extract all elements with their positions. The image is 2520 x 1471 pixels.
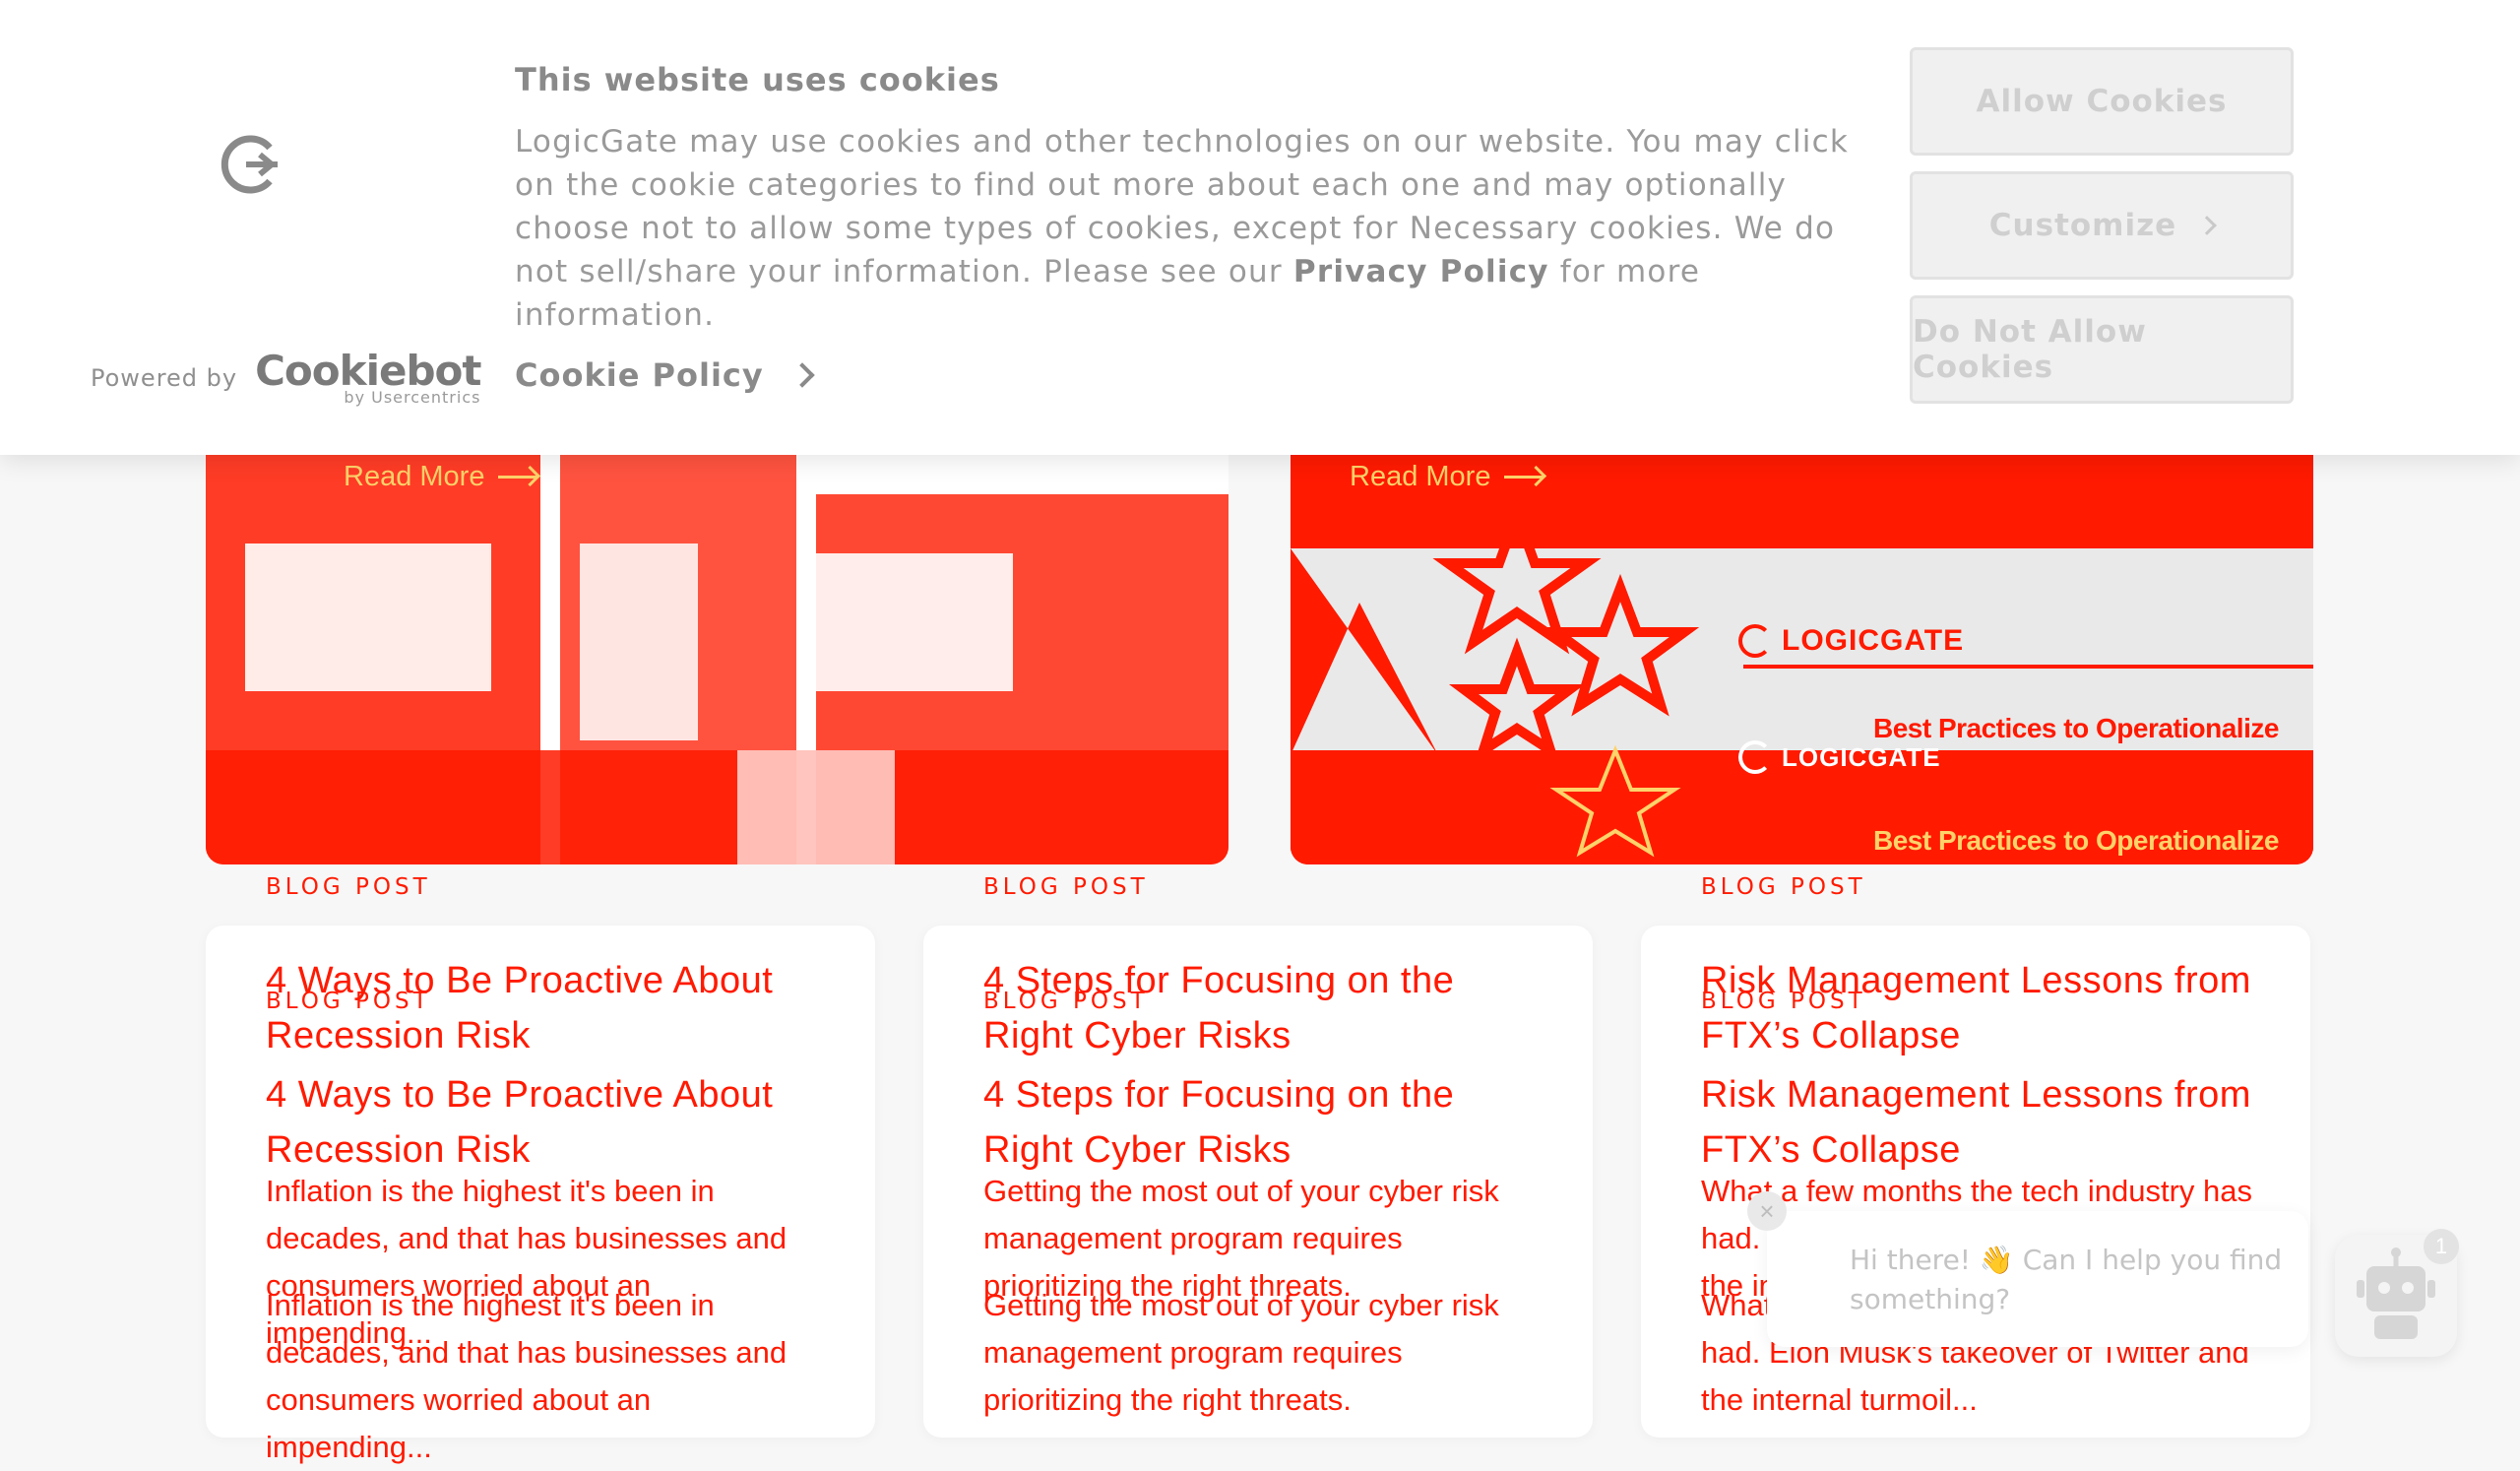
chat-greeting-bubble[interactable]: × Hi there! 👋 Can I help you find someth… (1747, 1191, 2308, 1347)
blog-post-title-echo[interactable]: 4 Ways to Be Proactive About Recession R… (266, 1067, 817, 1178)
card-category-label: BLOG POST (266, 874, 431, 900)
cookie-banner: Powered by Cookiebot by Usercentrics Thi… (0, 0, 2520, 455)
deny-cookies-button[interactable]: Do Not Allow Cookies (1910, 295, 2294, 404)
blog-post-title-echo[interactable]: 4 Steps for Focusing on the Right Cyber … (983, 1067, 1535, 1178)
cookie-policy-label: Cookie Policy (515, 356, 764, 394)
read-more-link[interactable]: Read More (1350, 461, 1544, 493)
cookie-policy-link[interactable]: Cookie Policy (515, 356, 815, 394)
card-category-label-overlap: BLOG POST (266, 989, 431, 1014)
powered-by-cookiebot[interactable]: Powered by Cookiebot by Usercentrics (91, 347, 481, 407)
arrow-right-icon (1504, 476, 1544, 479)
card-category-label: BLOG POST (1701, 874, 1866, 900)
allow-cookies-button[interactable]: Allow Cookies (1910, 47, 2294, 156)
card-category-label: BLOG POST (983, 874, 1149, 900)
logicgate-mark-icon (1738, 740, 1772, 774)
cookie-banner-title: This website uses cookies (515, 61, 1000, 98)
cookiebot-logo: Cookiebot by Usercentrics (255, 347, 481, 407)
chevron-right-icon (2197, 216, 2218, 235)
chat-greeting-text: Hi there! 👋 Can I help you find somethin… (1850, 1244, 2283, 1315)
read-more-label: Read More (1350, 461, 1491, 492)
hero-image-right[interactable]: Read More LOGICGATE Best Practices to Op… (1291, 455, 2313, 864)
stars-banner-image (1291, 455, 2313, 864)
cookiebot-wordmark: Cookiebot (255, 347, 481, 395)
cookiebot-subtitle: by Usercentrics (344, 388, 481, 407)
hero-tagline-echo: Best Practices to Operationalize (1873, 825, 2279, 856)
arrow-right-icon (498, 476, 538, 479)
read-more-label: Read More (344, 461, 485, 492)
customize-label: Customize (1988, 208, 2177, 243)
logicgate-logo-icon (220, 135, 278, 194)
allow-cookies-label: Allow Cookies (1976, 84, 2228, 119)
read-more-link[interactable]: Read More (344, 461, 538, 493)
blog-post-excerpt-echo: Inflation is the highest it's been in de… (266, 1288, 788, 1464)
logicgate-mark-icon (1738, 624, 1772, 658)
card-category-label-overlap: BLOG POST (1701, 989, 1866, 1014)
logicgate-brand-echo: LOGICGATE (1738, 740, 1941, 774)
chevron-right-icon (789, 362, 815, 388)
people-photo-image (206, 455, 1228, 864)
close-icon[interactable]: × (1747, 1191, 1787, 1231)
blog-post-title-echo[interactable]: Risk Management Lessons from FTX’s Colla… (1701, 1067, 2252, 1178)
logicgate-brand-label: LOGICGATE (1782, 624, 1965, 657)
deny-cookies-label: Do Not Allow Cookies (1913, 314, 2147, 385)
card-category-label-overlap: BLOG POST (983, 989, 1149, 1014)
logicgate-brand: LOGICGATE (1738, 624, 1964, 658)
customize-cookies-button[interactable]: Customize (1910, 171, 2294, 280)
blog-post-excerpt-echo: Getting the most out of your cyber risk … (983, 1288, 1499, 1417)
logicgate-brand-echo-label: LOGICGATE (1782, 741, 1941, 772)
privacy-policy-link[interactable]: Privacy Policy (1293, 254, 1549, 289)
powered-by-label: Powered by (91, 364, 238, 392)
cookie-banner-text: LogicGate may use cookies and other tech… (515, 120, 1863, 337)
robot-icon (2357, 1247, 2435, 1339)
hero-image-left[interactable]: Read More (206, 455, 1228, 864)
chat-unread-badge: 1 (2424, 1229, 2459, 1264)
